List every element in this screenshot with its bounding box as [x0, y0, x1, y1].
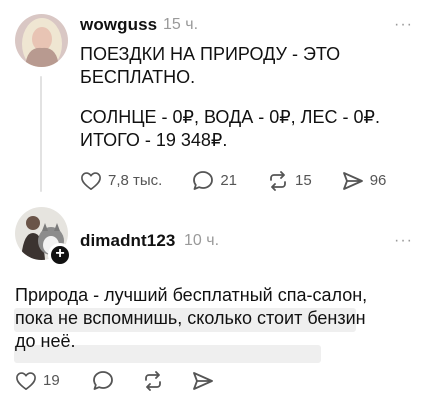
- post-text-line: ПОЕЗДКИ НА ПРИРОДУ - ЭТО: [80, 44, 341, 64]
- post-text-line: пока не вспомнишь, сколько стоит бензин: [15, 308, 366, 328]
- thread-line: [40, 76, 42, 192]
- more-options-icon[interactable]: ···: [394, 233, 413, 249]
- post-time: 10 ч.: [184, 232, 220, 249]
- post-actions: 19: [15, 370, 214, 391]
- comment-count: 21: [220, 172, 238, 189]
- like-button[interactable]: 7,8 тыс.: [80, 171, 162, 191]
- post-text-line: ИТОГО - 19 348₽.: [80, 130, 228, 150]
- post-text-line: до неё.: [15, 331, 76, 351]
- more-options-icon[interactable]: ···: [394, 17, 413, 33]
- post-text-line: БЕСПЛАТНО.: [80, 67, 196, 87]
- share-count: 96: [369, 172, 387, 189]
- avatar-wowguss[interactable]: [15, 14, 68, 67]
- send-arrow-icon: [342, 171, 363, 190]
- post-text-line: СОЛНЦЕ - 0₽, ВОДА - 0₽, ЛЕС - 0₽.: [80, 107, 380, 127]
- author-name[interactable]: dimadnt123: [80, 231, 175, 251]
- follow-plus-icon[interactable]: +: [48, 243, 72, 267]
- repost-button[interactable]: 15: [267, 170, 312, 191]
- author-name[interactable]: wowguss: [80, 15, 157, 35]
- like-count: 19: [43, 372, 60, 389]
- comment-bubble-icon: [193, 171, 214, 190]
- post-text-line: Природа - лучший бесплатный спа-салон,: [15, 285, 368, 305]
- share-button[interactable]: 96: [342, 171, 387, 191]
- comment-button[interactable]: 21: [192, 170, 237, 191]
- repost-button[interactable]: [142, 370, 164, 391]
- repost-arrows-icon: [270, 170, 286, 191]
- send-arrow-icon: [192, 371, 213, 390]
- repost-arrows-icon: [144, 370, 161, 391]
- comment-bubble-icon: [92, 371, 113, 390]
- share-button[interactable]: [192, 371, 214, 391]
- heart-icon: [81, 171, 101, 190]
- post-actions: 7,8 тыс. 21 15 96: [80, 170, 386, 191]
- comment-button[interactable]: [92, 370, 114, 391]
- heart-icon: [16, 371, 36, 390]
- like-count: 7,8 тыс.: [108, 172, 163, 189]
- repost-count: 15: [295, 172, 312, 189]
- like-button[interactable]: 19: [15, 371, 60, 391]
- post-time: 15 ч.: [163, 16, 199, 33]
